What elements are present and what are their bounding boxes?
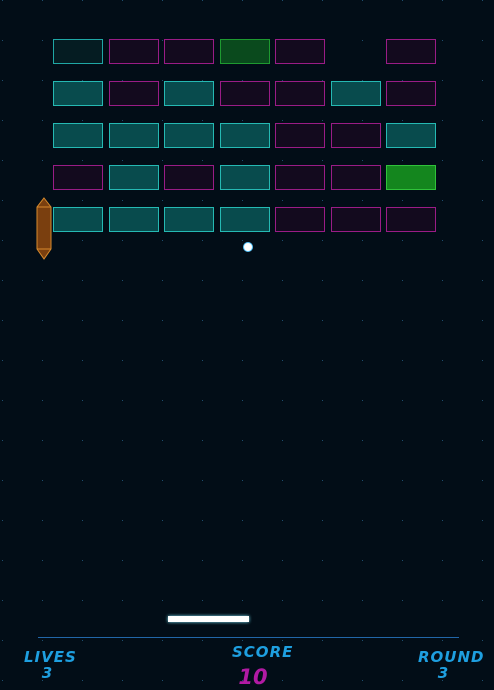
brick — [164, 39, 214, 64]
brick — [331, 165, 381, 190]
brick — [386, 207, 436, 232]
brick — [220, 81, 270, 106]
brick — [164, 207, 214, 232]
brick — [386, 39, 436, 64]
score-label: SCORE — [232, 643, 294, 661]
round-value: 3 — [437, 664, 449, 682]
score-value: 10 — [238, 665, 268, 689]
brick — [275, 39, 325, 64]
falling-powerup-capsule — [36, 197, 52, 260]
brick — [331, 123, 381, 148]
brick — [220, 39, 270, 64]
brick — [331, 81, 381, 106]
brick — [164, 81, 214, 106]
brick — [275, 207, 325, 232]
brick — [331, 207, 381, 232]
brick — [109, 207, 159, 232]
brick — [275, 123, 325, 148]
round-label: ROUND — [418, 648, 485, 666]
brick — [53, 207, 103, 232]
hud-divider — [38, 637, 459, 638]
paddle[interactable] — [168, 616, 249, 622]
brick — [386, 81, 436, 106]
brick — [109, 123, 159, 148]
brick — [386, 165, 436, 190]
brick — [164, 165, 214, 190]
brick — [109, 39, 159, 64]
brick — [275, 165, 325, 190]
brick — [53, 165, 103, 190]
lives-value: 3 — [41, 664, 53, 682]
brick — [109, 81, 159, 106]
ball — [243, 242, 253, 252]
brick — [220, 165, 270, 190]
brick — [164, 123, 214, 148]
brick — [53, 123, 103, 148]
brick — [220, 207, 270, 232]
brick — [386, 123, 436, 148]
brick — [53, 39, 103, 64]
brick — [109, 165, 159, 190]
brick — [275, 81, 325, 106]
brick — [220, 123, 270, 148]
brick — [53, 81, 103, 106]
